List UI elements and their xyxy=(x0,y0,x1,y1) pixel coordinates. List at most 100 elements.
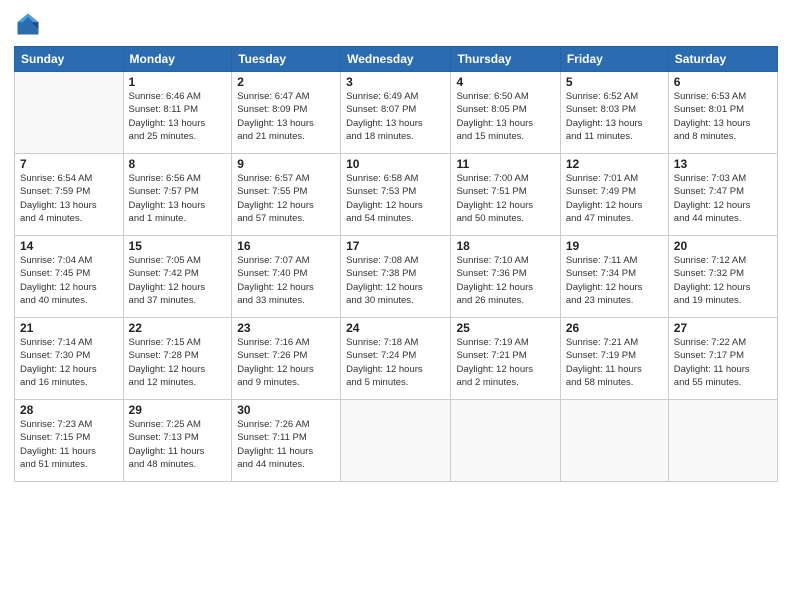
day-cell: 17Sunrise: 7:08 AM Sunset: 7:38 PM Dayli… xyxy=(341,236,451,318)
day-info: Sunrise: 7:05 AM Sunset: 7:42 PM Dayligh… xyxy=(129,254,227,307)
week-row-4: 21Sunrise: 7:14 AM Sunset: 7:30 PM Dayli… xyxy=(15,318,778,400)
day-number: 12 xyxy=(566,157,663,171)
day-info: Sunrise: 6:58 AM Sunset: 7:53 PM Dayligh… xyxy=(346,172,445,225)
day-cell: 11Sunrise: 7:00 AM Sunset: 7:51 PM Dayli… xyxy=(451,154,560,236)
day-cell: 6Sunrise: 6:53 AM Sunset: 8:01 PM Daylig… xyxy=(668,72,777,154)
week-row-1: 1Sunrise: 6:46 AM Sunset: 8:11 PM Daylig… xyxy=(15,72,778,154)
day-info: Sunrise: 7:16 AM Sunset: 7:26 PM Dayligh… xyxy=(237,336,335,389)
day-cell: 9Sunrise: 6:57 AM Sunset: 7:55 PM Daylig… xyxy=(232,154,341,236)
day-number: 15 xyxy=(129,239,227,253)
day-number: 10 xyxy=(346,157,445,171)
day-info: Sunrise: 6:52 AM Sunset: 8:03 PM Dayligh… xyxy=(566,90,663,143)
logo xyxy=(14,10,46,38)
day-cell xyxy=(451,400,560,482)
day-cell: 7Sunrise: 6:54 AM Sunset: 7:59 PM Daylig… xyxy=(15,154,124,236)
header xyxy=(14,10,778,38)
day-cell xyxy=(341,400,451,482)
day-info: Sunrise: 7:14 AM Sunset: 7:30 PM Dayligh… xyxy=(20,336,118,389)
day-number: 3 xyxy=(346,75,445,89)
page: SundayMondayTuesdayWednesdayThursdayFrid… xyxy=(0,0,792,612)
day-cell: 18Sunrise: 7:10 AM Sunset: 7:36 PM Dayli… xyxy=(451,236,560,318)
day-number: 18 xyxy=(456,239,554,253)
day-header-saturday: Saturday xyxy=(668,47,777,72)
day-number: 30 xyxy=(237,403,335,417)
day-header-tuesday: Tuesday xyxy=(232,47,341,72)
day-number: 23 xyxy=(237,321,335,335)
day-info: Sunrise: 6:47 AM Sunset: 8:09 PM Dayligh… xyxy=(237,90,335,143)
day-number: 2 xyxy=(237,75,335,89)
day-info: Sunrise: 7:11 AM Sunset: 7:34 PM Dayligh… xyxy=(566,254,663,307)
day-info: Sunrise: 7:21 AM Sunset: 7:19 PM Dayligh… xyxy=(566,336,663,389)
day-cell xyxy=(668,400,777,482)
day-info: Sunrise: 6:46 AM Sunset: 8:11 PM Dayligh… xyxy=(129,90,227,143)
day-info: Sunrise: 7:07 AM Sunset: 7:40 PM Dayligh… xyxy=(237,254,335,307)
day-info: Sunrise: 7:03 AM Sunset: 7:47 PM Dayligh… xyxy=(674,172,772,225)
day-info: Sunrise: 7:08 AM Sunset: 7:38 PM Dayligh… xyxy=(346,254,445,307)
week-row-3: 14Sunrise: 7:04 AM Sunset: 7:45 PM Dayli… xyxy=(15,236,778,318)
day-cell: 29Sunrise: 7:25 AM Sunset: 7:13 PM Dayli… xyxy=(123,400,232,482)
day-cell: 30Sunrise: 7:26 AM Sunset: 7:11 PM Dayli… xyxy=(232,400,341,482)
day-cell: 25Sunrise: 7:19 AM Sunset: 7:21 PM Dayli… xyxy=(451,318,560,400)
day-number: 29 xyxy=(129,403,227,417)
day-number: 7 xyxy=(20,157,118,171)
day-cell: 19Sunrise: 7:11 AM Sunset: 7:34 PM Dayli… xyxy=(560,236,668,318)
day-header-sunday: Sunday xyxy=(15,47,124,72)
day-cell: 27Sunrise: 7:22 AM Sunset: 7:17 PM Dayli… xyxy=(668,318,777,400)
day-info: Sunrise: 7:26 AM Sunset: 7:11 PM Dayligh… xyxy=(237,418,335,471)
day-info: Sunrise: 6:50 AM Sunset: 8:05 PM Dayligh… xyxy=(456,90,554,143)
day-cell: 13Sunrise: 7:03 AM Sunset: 7:47 PM Dayli… xyxy=(668,154,777,236)
day-info: Sunrise: 6:53 AM Sunset: 8:01 PM Dayligh… xyxy=(674,90,772,143)
day-cell: 8Sunrise: 6:56 AM Sunset: 7:57 PM Daylig… xyxy=(123,154,232,236)
day-info: Sunrise: 6:49 AM Sunset: 8:07 PM Dayligh… xyxy=(346,90,445,143)
day-number: 22 xyxy=(129,321,227,335)
day-number: 20 xyxy=(674,239,772,253)
day-number: 1 xyxy=(129,75,227,89)
day-number: 5 xyxy=(566,75,663,89)
day-cell: 20Sunrise: 7:12 AM Sunset: 7:32 PM Dayli… xyxy=(668,236,777,318)
day-cell: 15Sunrise: 7:05 AM Sunset: 7:42 PM Dayli… xyxy=(123,236,232,318)
week-row-5: 28Sunrise: 7:23 AM Sunset: 7:15 PM Dayli… xyxy=(15,400,778,482)
day-header-thursday: Thursday xyxy=(451,47,560,72)
day-info: Sunrise: 7:22 AM Sunset: 7:17 PM Dayligh… xyxy=(674,336,772,389)
day-cell: 10Sunrise: 6:58 AM Sunset: 7:53 PM Dayli… xyxy=(341,154,451,236)
day-info: Sunrise: 7:19 AM Sunset: 7:21 PM Dayligh… xyxy=(456,336,554,389)
day-number: 9 xyxy=(237,157,335,171)
day-header-friday: Friday xyxy=(560,47,668,72)
day-cell: 12Sunrise: 7:01 AM Sunset: 7:49 PM Dayli… xyxy=(560,154,668,236)
day-number: 8 xyxy=(129,157,227,171)
day-info: Sunrise: 7:18 AM Sunset: 7:24 PM Dayligh… xyxy=(346,336,445,389)
day-cell: 2Sunrise: 6:47 AM Sunset: 8:09 PM Daylig… xyxy=(232,72,341,154)
day-number: 14 xyxy=(20,239,118,253)
day-header-wednesday: Wednesday xyxy=(341,47,451,72)
day-info: Sunrise: 7:10 AM Sunset: 7:36 PM Dayligh… xyxy=(456,254,554,307)
day-number: 4 xyxy=(456,75,554,89)
day-cell: 4Sunrise: 6:50 AM Sunset: 8:05 PM Daylig… xyxy=(451,72,560,154)
day-info: Sunrise: 7:04 AM Sunset: 7:45 PM Dayligh… xyxy=(20,254,118,307)
header-row: SundayMondayTuesdayWednesdayThursdayFrid… xyxy=(15,47,778,72)
day-cell: 21Sunrise: 7:14 AM Sunset: 7:30 PM Dayli… xyxy=(15,318,124,400)
calendar: SundayMondayTuesdayWednesdayThursdayFrid… xyxy=(14,46,778,482)
day-number: 11 xyxy=(456,157,554,171)
day-number: 13 xyxy=(674,157,772,171)
day-number: 28 xyxy=(20,403,118,417)
day-info: Sunrise: 6:56 AM Sunset: 7:57 PM Dayligh… xyxy=(129,172,227,225)
day-cell: 16Sunrise: 7:07 AM Sunset: 7:40 PM Dayli… xyxy=(232,236,341,318)
day-cell: 3Sunrise: 6:49 AM Sunset: 8:07 PM Daylig… xyxy=(341,72,451,154)
day-number: 6 xyxy=(674,75,772,89)
week-row-2: 7Sunrise: 6:54 AM Sunset: 7:59 PM Daylig… xyxy=(15,154,778,236)
day-cell: 22Sunrise: 7:15 AM Sunset: 7:28 PM Dayli… xyxy=(123,318,232,400)
day-info: Sunrise: 7:25 AM Sunset: 7:13 PM Dayligh… xyxy=(129,418,227,471)
day-info: Sunrise: 6:57 AM Sunset: 7:55 PM Dayligh… xyxy=(237,172,335,225)
day-number: 24 xyxy=(346,321,445,335)
day-cell: 28Sunrise: 7:23 AM Sunset: 7:15 PM Dayli… xyxy=(15,400,124,482)
logo-icon xyxy=(14,10,42,38)
day-number: 17 xyxy=(346,239,445,253)
day-info: Sunrise: 7:23 AM Sunset: 7:15 PM Dayligh… xyxy=(20,418,118,471)
day-number: 26 xyxy=(566,321,663,335)
day-cell: 14Sunrise: 7:04 AM Sunset: 7:45 PM Dayli… xyxy=(15,236,124,318)
day-number: 19 xyxy=(566,239,663,253)
day-info: Sunrise: 7:15 AM Sunset: 7:28 PM Dayligh… xyxy=(129,336,227,389)
day-info: Sunrise: 7:01 AM Sunset: 7:49 PM Dayligh… xyxy=(566,172,663,225)
day-number: 21 xyxy=(20,321,118,335)
day-number: 16 xyxy=(237,239,335,253)
